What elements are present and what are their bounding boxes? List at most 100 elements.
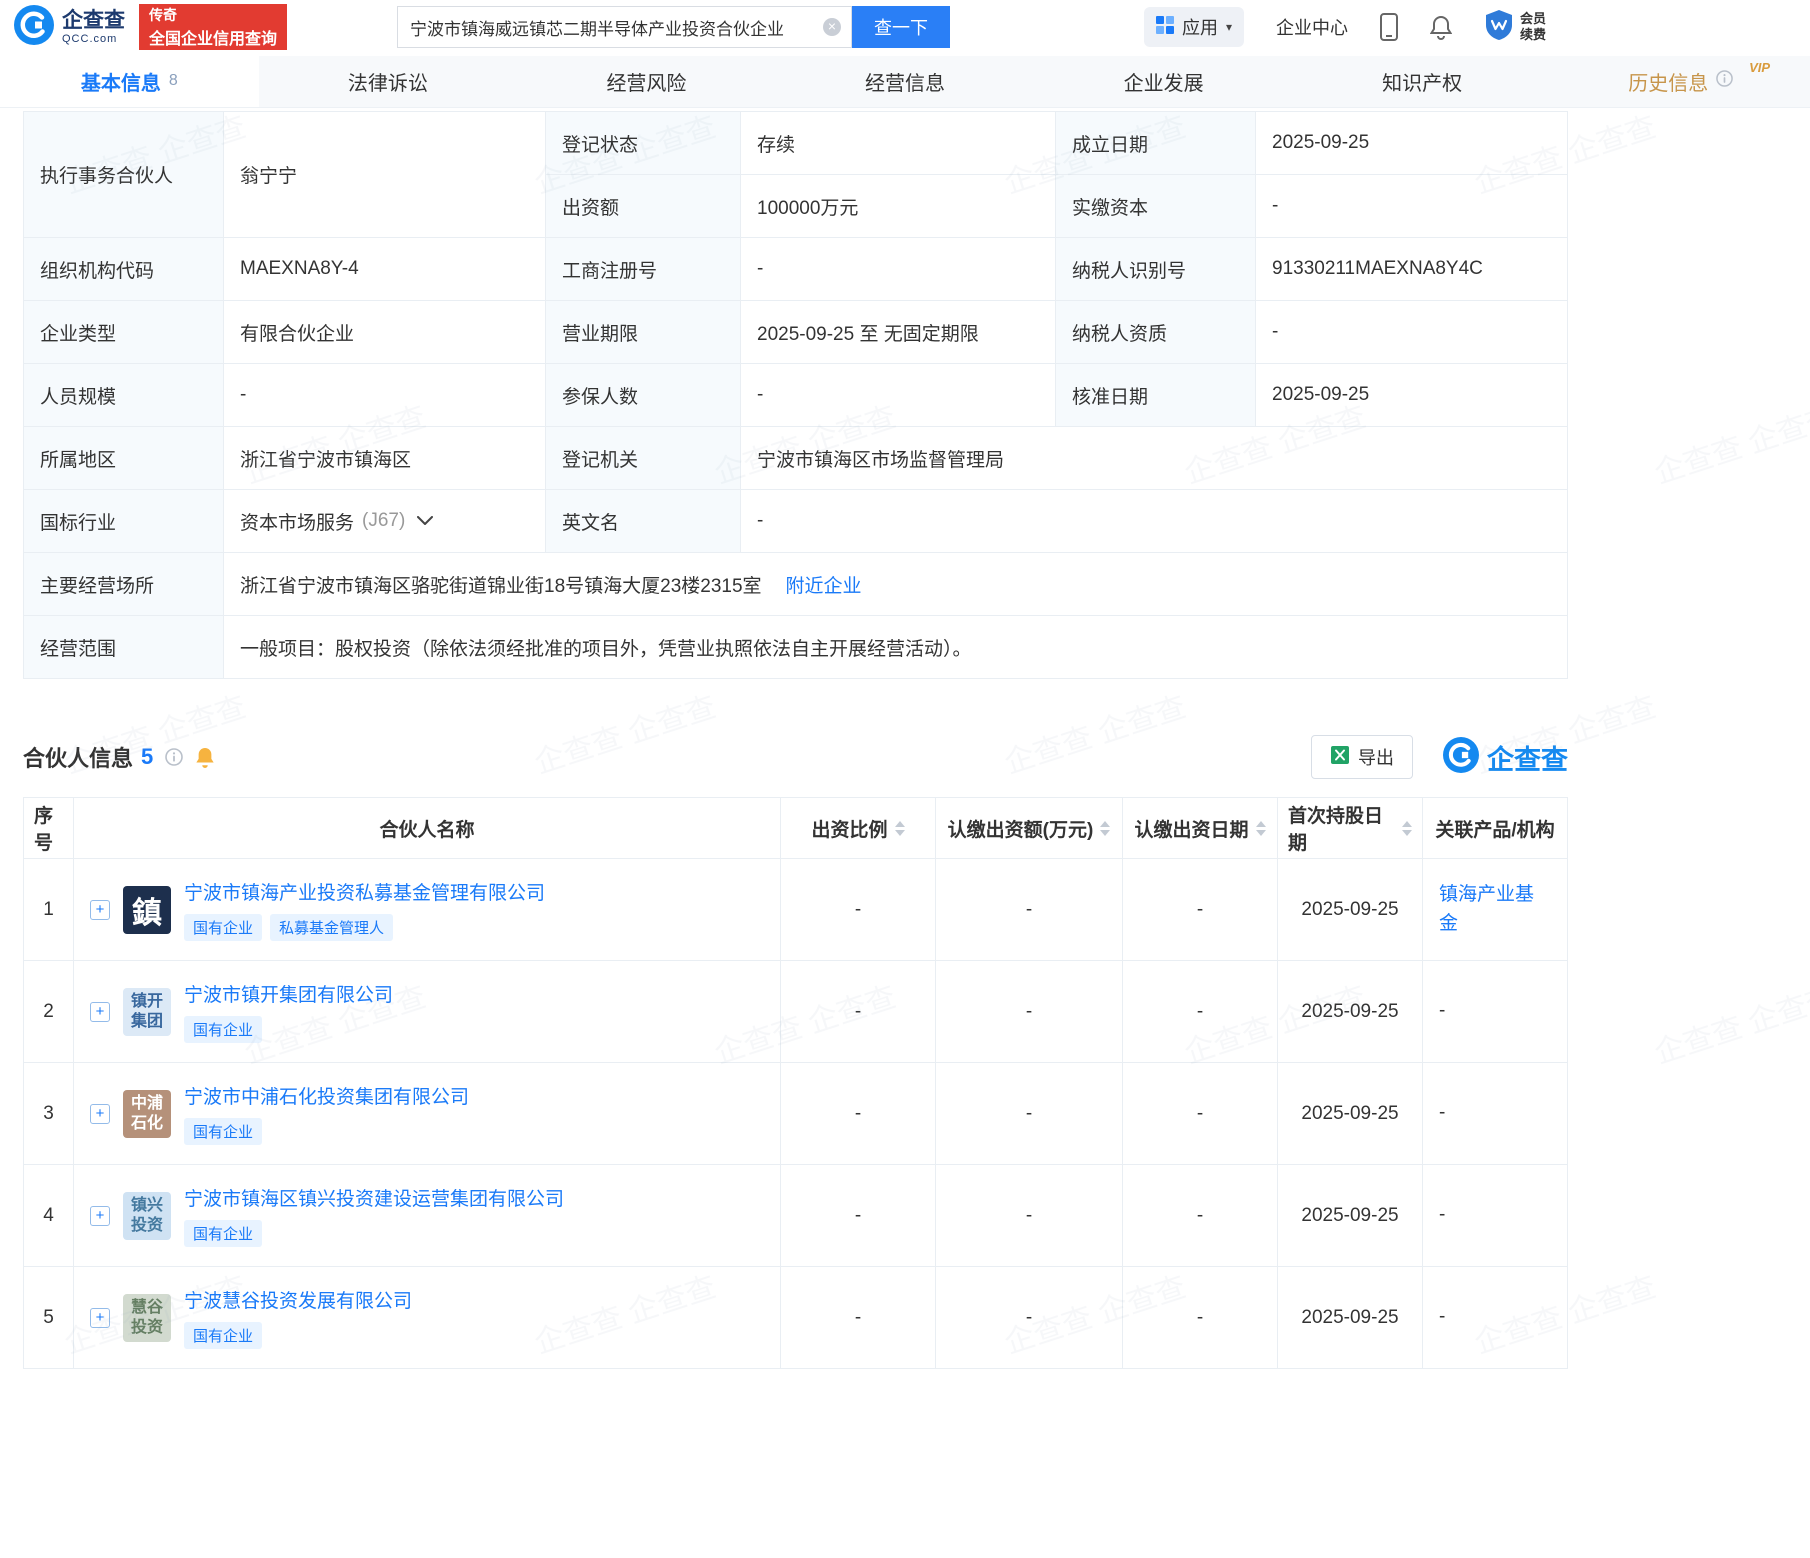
clear-icon[interactable]: × (823, 18, 842, 36)
col-header-first-date[interactable]: 首次持股日期 (1278, 798, 1423, 858)
partner-logo: 中浦 石化 (123, 1089, 171, 1138)
member-line2: 续费 (1519, 27, 1546, 42)
qcc-brand-mark: 企查查 (1443, 736, 1568, 778)
col-header-no: 序号 (24, 798, 74, 858)
amount-cell: - (936, 859, 1123, 960)
history-info-icon[interactable] (1716, 70, 1734, 93)
field-capital-label: 出资额 (546, 175, 741, 238)
sort-icons (894, 820, 905, 836)
logo-line2: 投资 (130, 1216, 163, 1234)
sort-asc-icon (894, 820, 905, 827)
partner-name-block: 宁波慧谷投资发展有限公司 国有企业 (184, 1286, 412, 1349)
col-label: 认缴出资日期 (1134, 819, 1249, 841)
search-input[interactable] (408, 16, 809, 38)
tag-state-owned: 国有企业 (184, 1220, 263, 1247)
logo-line2: 投资 (130, 1318, 163, 1336)
field-taxpayer-qual-label: 纳税人资质 (1056, 301, 1256, 364)
partners-table-body: 1 + 鎮 宁波市镇海产业投资私募基金管理有限公司 国有企业 私募基金管理人 -… (24, 859, 1567, 1368)
industry-name: 资本市场服务 (240, 512, 355, 534)
sort-desc-icon (894, 829, 905, 836)
tab-history-info[interactable]: VIP 历史信息 (1551, 56, 1810, 107)
tab-enterprise-development[interactable]: 企业发展 (1034, 56, 1293, 107)
amount-cell: - (936, 1063, 1123, 1164)
expand-button[interactable]: + (90, 899, 110, 920)
logo-line1: 慧谷 (130, 1298, 163, 1316)
field-staff-size-value: - (224, 364, 546, 427)
col-header-amount[interactable]: 认缴出资额(万元) (936, 798, 1123, 858)
caret-down-icon: ▾ (1225, 20, 1232, 34)
expand-button[interactable]: + (90, 1103, 110, 1124)
qcc-brand-text: 企查查 (1487, 744, 1568, 775)
mobile-phone-icon[interactable] (1379, 13, 1398, 41)
watermark: 企查查 企查查 (1650, 400, 1810, 491)
export-button[interactable]: 导出 (1311, 735, 1413, 779)
field-approval-date-value: 2025-09-25 (1256, 364, 1568, 427)
partners-table: 序号 合伙人名称 出资比例 认缴出资额(万元) 认缴出资日期 首次持股日期 关联… (23, 797, 1568, 1369)
logo-name: 企查查 (62, 9, 125, 33)
qcc-logo[interactable]: 企查查 QCC.com (14, 4, 125, 50)
vip-badge: VIP (1749, 60, 1771, 75)
member-renew-button[interactable]: 会员 续费 (1484, 9, 1546, 46)
expand-button[interactable]: + (90, 1001, 110, 1022)
tab-intellectual-property[interactable]: 知识产权 (1293, 56, 1552, 107)
amount-cell: - (936, 961, 1123, 1062)
partners-title: 合伙人信息 (23, 746, 134, 771)
enterprise-center-link[interactable]: 企业中心 (1276, 14, 1348, 40)
notification-bell-icon[interactable] (1429, 15, 1452, 40)
tag-state-owned: 国有企业 (184, 1118, 263, 1145)
search-bar: × 查一下 (397, 6, 951, 48)
col-label: 认缴出资额(万元) (947, 819, 1094, 841)
expand-button[interactable]: + (90, 1307, 110, 1328)
tag-state-owned: 国有企业 (184, 1016, 263, 1043)
header-right: 应用 ▾ 企业中心 会员 续费 (1143, 7, 1796, 47)
partner-name-link[interactable]: 宁波市镇海区镇兴投资建设运营集团有限公司 (184, 1184, 564, 1211)
alert-bell-icon[interactable] (195, 746, 215, 769)
member-renew-label: 会员 续费 (1520, 11, 1546, 42)
row-no: 1 (24, 859, 74, 960)
tab-basic-info[interactable]: 基本信息 8 (0, 56, 259, 107)
tag-fund-manager: 私募基金管理人 (270, 914, 394, 941)
col-header-ratio[interactable]: 出资比例 (781, 798, 936, 858)
field-region-value: 浙江省宁波市镇海区 (224, 427, 546, 490)
partners-count: 5 (141, 744, 154, 769)
nearby-companies-link[interactable]: 附近企业 (786, 571, 862, 598)
ratio-cell: - (781, 961, 936, 1062)
tab-operation-info[interactable]: 经营信息 (776, 56, 1035, 107)
field-staff-size-label: 人员规模 (24, 364, 224, 427)
expand-button[interactable]: + (90, 1205, 110, 1226)
field-biz-reg-no-value: - (741, 238, 1056, 301)
export-label: 导出 (1358, 748, 1394, 768)
field-org-code-label: 组织机构代码 (24, 238, 224, 301)
partner-logo: 鎮 (123, 885, 171, 934)
tab-operation-risk[interactable]: 经营风险 (517, 56, 776, 107)
col-label: 出资比例 (811, 819, 888, 841)
partner-tags: 国有企业 私募基金管理人 (184, 914, 545, 941)
tag-state-owned: 国有企业 (184, 914, 263, 941)
info-circle-icon[interactable] (165, 748, 184, 766)
partner-name-link[interactable]: 宁波市中浦石化投资集团有限公司 (184, 1082, 469, 1109)
apps-dropdown[interactable]: 应用 ▾ (1143, 7, 1244, 47)
search-button[interactable]: 查一下 (852, 6, 951, 48)
partner-logo: 慧谷 投资 (123, 1293, 171, 1342)
chevron-down-icon[interactable] (417, 516, 434, 526)
sort-asc-icon (1402, 820, 1412, 827)
field-reg-status-label: 登记状态 (546, 112, 741, 175)
top-header: 企查查 QCC.com 传奇 全国企业信用查询 × 查一下 应用 ▾ 企业中心 (0, 0, 1810, 54)
industry-code: (J67) (362, 510, 406, 531)
date-cell: - (1123, 1165, 1278, 1266)
field-industry-value: 资本市场服务 (J67) (224, 490, 546, 553)
partner-tags: 国有企业 (184, 1016, 393, 1043)
related-product-link[interactable]: 镇海产业基金 (1439, 881, 1551, 938)
related-cell: - (1439, 1204, 1446, 1226)
partner-name-link[interactable]: 宁波市镇开集团有限公司 (184, 980, 393, 1007)
field-insured-label: 参保人数 (546, 364, 741, 427)
partner-name-link[interactable]: 宁波市镇海产业投资私募基金管理有限公司 (184, 878, 545, 905)
col-header-date[interactable]: 认缴出资日期 (1123, 798, 1278, 858)
partner-name-link[interactable]: 宁波慧谷投资发展有限公司 (184, 1286, 412, 1313)
partner-tags: 国有企业 (184, 1220, 564, 1247)
tab-legal-litigation[interactable]: 法律诉讼 (259, 56, 518, 107)
logo-line1: 镇开 (130, 992, 163, 1010)
promo-badge[interactable]: 传奇 全国企业信用查询 (139, 4, 288, 50)
tab-label: 经营风险 (606, 73, 687, 95)
related-cell: 镇海产业基金 (1423, 859, 1567, 960)
